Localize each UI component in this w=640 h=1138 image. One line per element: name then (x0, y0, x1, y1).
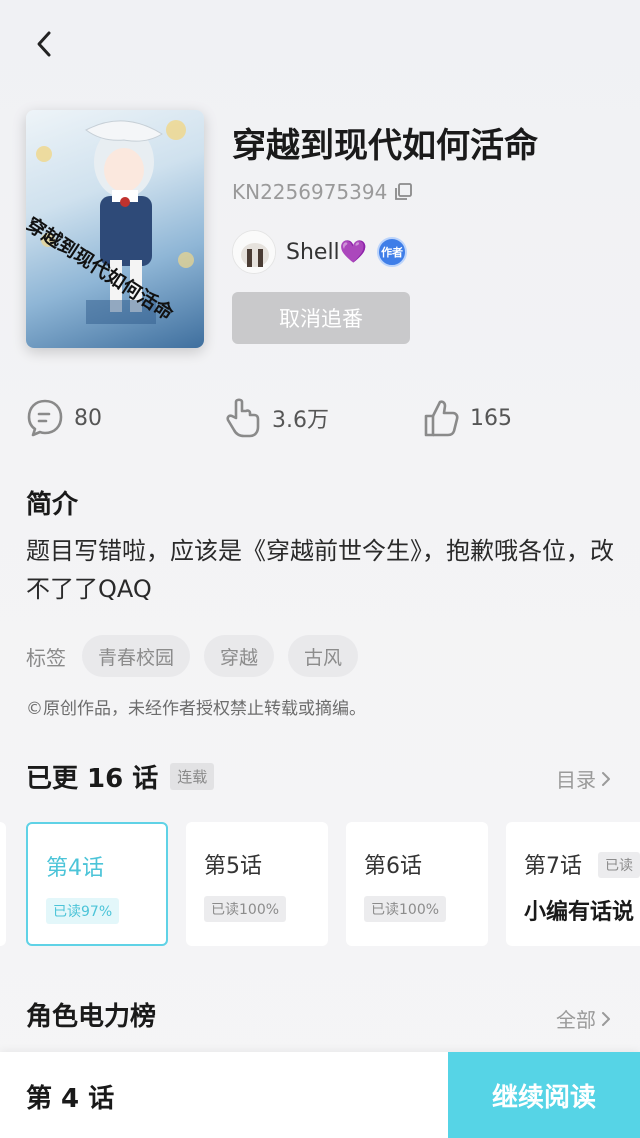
author-row[interactable]: Shell💜 作者 (232, 230, 408, 274)
tag-item[interactable]: 青春校园 (82, 635, 191, 677)
catalog-link[interactable]: 目录 (556, 764, 612, 793)
chevron-right-icon (602, 771, 610, 786)
chapter-read-progress: 已读 (598, 852, 640, 878)
ranking-heading: 角色电力榜 (26, 1002, 157, 1032)
continue-reading-button[interactable]: 继续阅读 (448, 1052, 640, 1138)
author-badge: 作者 (377, 237, 408, 267)
chapter-carousel[interactable]: 第4话 已读97% 第5话 已读100% 第6话 已读100% 第7话 已读 小… (0, 822, 640, 950)
chapter-read-progress: 已读97% (46, 898, 120, 924)
catalog-link-label: 目录 (556, 768, 596, 792)
chapter-card[interactable]: 第6话 已读100% (346, 822, 488, 946)
author-name[interactable]: Shell💜 (286, 240, 367, 265)
back-button[interactable] (24, 24, 64, 64)
ranking-all-label: 全部 (556, 1008, 596, 1032)
chapter-subtitle: 小编有话说 (524, 900, 635, 925)
thumbs-up-icon (424, 400, 459, 437)
work-id: KN2256975394 (232, 180, 413, 204)
thumb-stat[interactable]: 165 (422, 398, 512, 438)
chapter-name: 第4话 (46, 856, 104, 881)
like-stat[interactable]: 3.6万 (224, 398, 329, 438)
chapter-card-partial[interactable] (0, 822, 6, 946)
tag-item[interactable]: 穿越 (204, 635, 275, 677)
comment-stat[interactable]: 80 (26, 398, 102, 438)
intro-text: 题目写错啦，应该是《穿越前世今生》，抱歉哦各位，改不了了QAQ (26, 537, 614, 603)
author-avatar[interactable] (232, 230, 276, 274)
chapter-read-progress: 已读100% (204, 896, 287, 922)
book-title: 穿越到现代如何活命 (232, 126, 538, 166)
ranking-all-link[interactable]: 全部 (556, 1004, 612, 1033)
work-id-text: KN2256975394 (232, 180, 388, 204)
current-chapter: 第 4 话 (26, 1084, 115, 1114)
chapter-card[interactable]: 第5话 已读100% (186, 822, 328, 946)
comment-count: 80 (74, 405, 102, 431)
bottom-bar: 第 4 话 继续阅读 (0, 1052, 640, 1138)
book-cover: 穿越到现代如何活命 (26, 110, 204, 348)
tags-row: 标签 青春校园 穿越 古风 (26, 635, 359, 677)
chevron-right-icon (602, 1011, 610, 1026)
chapter-name: 第6话 (364, 854, 422, 879)
copy-icon[interactable] (393, 182, 413, 202)
comment-icon (27, 399, 63, 437)
chapter-card[interactable]: 第4话 已读97% (26, 822, 168, 946)
intro-heading: 简介 (26, 490, 79, 520)
stats-row: 80 3.6万 165 (26, 398, 626, 448)
chapters-count-heading: 已更 16 话 (26, 764, 159, 794)
tags-label: 标签 (26, 645, 66, 670)
serial-status-badge: 连载 (170, 763, 215, 790)
unfollow-button[interactable]: 取消追番 (232, 292, 410, 344)
chevron-left-icon (37, 31, 51, 57)
chapter-read-progress: 已读100% (364, 896, 447, 922)
chapter-name: 第7话 (524, 854, 582, 879)
pointing-hand-icon (226, 398, 260, 438)
chapter-card[interactable]: 第7话 已读 小编有话说 (506, 822, 640, 946)
thumb-count: 165 (470, 405, 512, 431)
chapters-header: 已更 16 话 连载 (26, 758, 215, 795)
chapter-name: 第5话 (204, 854, 262, 879)
like-count: 3.6万 (272, 408, 329, 433)
tag-item[interactable]: 古风 (288, 635, 359, 677)
copyright-notice: ©原创作品，未经作者授权禁止转载或摘编。 (26, 699, 366, 719)
